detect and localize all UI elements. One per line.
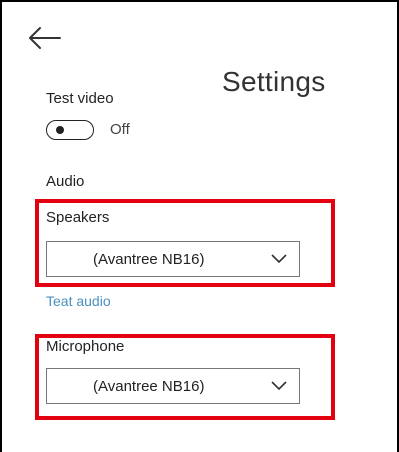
toggle-state-text: Off [110, 121, 130, 138]
microphone-selected-value: (Avantree NB16) [93, 378, 205, 395]
back-arrow-icon[interactable] [26, 24, 62, 52]
toggle-knob [56, 126, 64, 134]
chevron-down-icon [271, 254, 287, 264]
microphone-dropdown[interactable]: (Avantree NB16) [46, 368, 300, 404]
speakers-selected-value: (Avantree NB16) [93, 251, 205, 268]
speakers-label: Speakers [46, 209, 110, 226]
speakers-dropdown[interactable]: (Avantree NB16) [46, 241, 300, 277]
audio-section-label: Audio [46, 173, 85, 190]
test-video-toggle[interactable] [46, 120, 94, 140]
page-title: Settings [222, 66, 326, 97]
chevron-down-icon [271, 381, 287, 391]
test-video-label: Test video [46, 90, 114, 107]
test-audio-link[interactable]: Teat audio [46, 293, 111, 309]
microphone-label: Microphone [46, 338, 125, 355]
